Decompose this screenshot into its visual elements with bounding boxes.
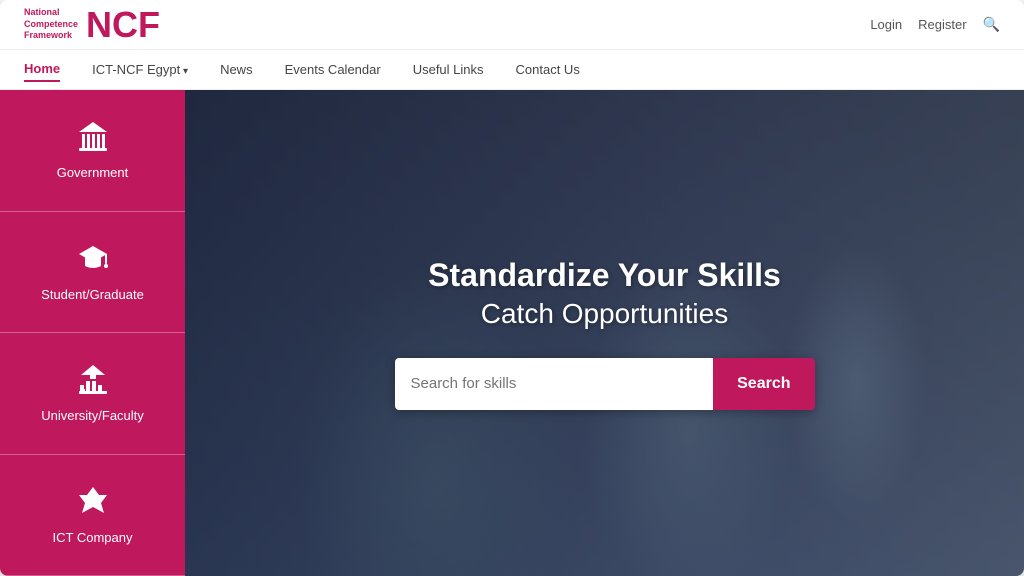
main-area: Government Student/Graduate [0, 90, 1024, 576]
sidebar-label-ict-company: ICT Company [53, 530, 133, 545]
sidebar-item-ict-company[interactable]: ICT Company [0, 455, 185, 576]
top-bar: National Competence Framework NCF Login … [0, 0, 1024, 50]
search-button[interactable]: Search [713, 358, 814, 410]
search-bar: Search [395, 358, 815, 410]
page-wrapper: National Competence Framework NCF Login … [0, 0, 1024, 576]
nav-item-news[interactable]: News [220, 58, 253, 81]
register-link[interactable]: Register [918, 17, 966, 32]
logo-area: National Competence Framework NCF [24, 7, 160, 43]
ict-company-icon [77, 485, 109, 524]
logo-ncf[interactable]: NCF [86, 7, 160, 43]
university-icon [77, 363, 109, 402]
government-icon [77, 120, 109, 159]
nav-item-useful-links[interactable]: Useful Links [413, 58, 484, 81]
hero-title-bold: Standardize Your Skills [428, 257, 781, 294]
logo-text-small: National Competence Framework [24, 7, 78, 42]
sidebar-label-government: Government [57, 165, 129, 180]
hero-content: Standardize Your Skills Catch Opportunit… [185, 90, 1024, 576]
sidebar: Government Student/Graduate [0, 90, 185, 576]
search-icon[interactable]: 🔍 [983, 16, 1000, 33]
sidebar-label-university: University/Faculty [41, 408, 144, 423]
nav-bar: Home ICT-NCF Egypt News Events Calendar … [0, 50, 1024, 90]
search-input[interactable] [395, 358, 714, 410]
nav-item-contact[interactable]: Contact Us [516, 58, 580, 81]
sidebar-item-student[interactable]: Student/Graduate [0, 212, 185, 334]
nav-item-events[interactable]: Events Calendar [285, 58, 381, 81]
nav-item-ict-ncf[interactable]: ICT-NCF Egypt [92, 58, 188, 81]
hero-title-light: Catch Opportunities [481, 298, 728, 330]
top-bar-right: Login Register 🔍 [870, 16, 1000, 33]
sidebar-item-university[interactable]: University/Faculty [0, 333, 185, 455]
student-icon [77, 242, 109, 281]
sidebar-item-government[interactable]: Government [0, 90, 185, 212]
login-link[interactable]: Login [870, 17, 902, 32]
hero-section: Standardize Your Skills Catch Opportunit… [185, 90, 1024, 576]
nav-item-home[interactable]: Home [24, 57, 60, 82]
sidebar-label-student: Student/Graduate [41, 287, 144, 302]
